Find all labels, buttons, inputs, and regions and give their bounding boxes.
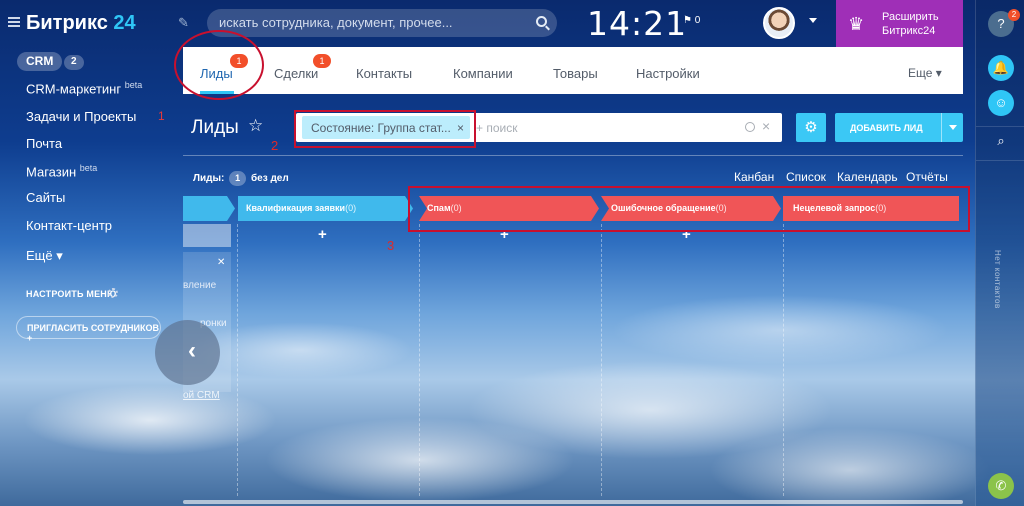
search-icon[interactable] [536,16,547,27]
add-card-icon[interactable]: + [318,226,327,243]
view-calendar[interactable]: Календарь [837,170,898,184]
search-placeholder: искать сотрудника, документ, прочее... [219,15,453,30]
phone-icon[interactable]: ✆ [988,473,1014,499]
search-input[interactable]: искать сотрудника, документ, прочее... [207,9,557,37]
horizontal-scrollbar[interactable] [183,500,963,504]
sidebar-item-sites[interactable]: Сайты [26,190,65,205]
star-icon[interactable]: ☆ [248,116,263,136]
leads-counter[interactable]: Лиды: 1 без дел [193,171,289,186]
sidebar-item-crm[interactable]: CRM [17,52,63,71]
add-lead-label: ДОБАВИТЬ ЛИД [850,123,923,133]
settings-button[interactable]: ⚙ [796,113,826,142]
annotation-number-1: 1 [158,109,165,123]
divider [183,155,963,156]
sidebar-item-more[interactable]: Ещё ▾ [26,248,63,264]
chat-icon[interactable]: ☺ [988,90,1014,116]
annotation-number-2: 2 [271,138,279,153]
tab-companies[interactable]: Компании [453,66,513,81]
view-reports[interactable]: Отчёты [906,170,948,184]
tab-settings[interactable]: Настройки [636,66,700,81]
setup-menu-link[interactable]: НАСТРОИТЬ МЕНЮ [26,289,116,299]
upgrade-line2: Битрикс24 [882,25,936,37]
annotation-rect-filter [294,110,476,148]
add-lead-button[interactable]: ДОБАВИТЬ ЛИД [835,113,963,142]
clock[interactable]: 14:21 [587,4,687,43]
flag-counter[interactable]: ⚑ 0 [683,15,700,26]
stage-qualification[interactable]: Квалификация заявки(0) [238,196,413,221]
invite-users-button[interactable]: ПРИГЛАСИТЬ СОТРУДНИКОВ + [16,316,161,343]
tab-contacts[interactable]: Контакты [356,66,412,81]
sidebar-item-mail[interactable]: Почта [26,136,62,151]
gear-icon: ⚙ [804,119,818,136]
bell-icon[interactable]: 🔔 [988,55,1014,81]
help-badge: 2 [1008,9,1020,21]
sidebar: CRM 2 CRM-маркетинг beta Задачи и Проект… [0,47,175,506]
avatar[interactable] [763,7,795,39]
tab-deals-badge: 1 [313,54,331,68]
sidebar-item-contact-center[interactable]: Контакт-центр [26,218,112,233]
top-bar: Битрикс 24 ✎ искать сотрудника, документ… [0,0,975,47]
clear-icon[interactable]: × [762,118,770,134]
tab-deals[interactable]: Сделки [274,66,318,81]
crm-count-badge: 2 [64,55,84,70]
page-title: Лиды [191,117,239,138]
filter-placeholder: + поиск [476,121,518,135]
annotation-number-3: 3 [387,238,395,253]
upgrade-line1: Расширить [882,11,939,23]
annotation-ellipse [174,30,264,100]
search-icon[interactable] [745,122,755,132]
logo[interactable]: Битрикс 24 [26,12,136,35]
view-list[interactable]: Список [786,170,826,184]
chevron-left-icon[interactable]: ‹ [188,337,196,365]
crm-tabs: Лиды 1 Сделки 1 Контакты Компании Товары… [183,47,963,94]
pencil-icon[interactable]: ✎ [178,15,189,31]
stage-hidden[interactable] [183,196,235,221]
view-kanban[interactable]: Канбан [734,170,774,184]
chevron-down-icon[interactable] [949,125,957,130]
sidebar-item-tasks[interactable]: Задачи и Проекты [26,109,136,124]
crown-icon: ♛ [848,14,865,34]
chevron-down-icon[interactable] [809,18,817,23]
close-icon[interactable]: ✕ [217,257,225,268]
menu-icon[interactable] [8,17,20,27]
search-icon[interactable]: ⌕ [988,128,1014,154]
collapsed-column[interactable] [183,224,231,247]
contacts-empty-label: Нет контактов [993,250,1002,309]
upgrade-button[interactable]: ♛ Расширить Битрикс24 [836,0,963,47]
sidebar-item-shop[interactable]: Магазин beta [26,163,97,179]
annotation-rect-stages [408,186,970,232]
sidebar-item-crm-marketing[interactable]: CRM-маркетинг beta [26,80,142,96]
tab-more[interactable]: Еще ▾ [908,66,942,80]
gear-icon[interactable] [108,288,118,298]
tab-products[interactable]: Товары [553,66,598,81]
